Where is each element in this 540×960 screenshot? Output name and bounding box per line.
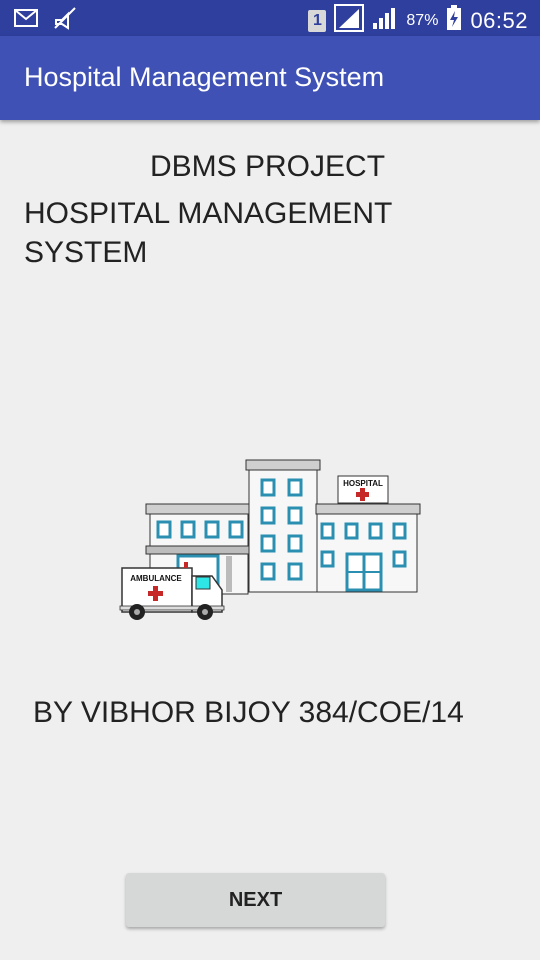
signal-icon (334, 4, 365, 37)
status-bar: 1 87% 06:52 (0, 0, 540, 36)
battery-charging-icon (446, 5, 462, 36)
next-button[interactable]: NEXT (126, 873, 385, 927)
sim-icon: 1 (308, 9, 327, 32)
app-title: Hospital Management System (24, 62, 385, 92)
hospital-sign-label: HOSPITAL (343, 479, 383, 488)
ambulance-label: AMBULANCE (130, 574, 182, 583)
author-byline: BY VIBHOR BIJOY 384/COE/14 (33, 696, 464, 729)
app-bar: Hospital Management System (0, 36, 540, 120)
mail-icon (14, 9, 38, 32)
status-right-icons: 1 87% 06:52 (308, 4, 528, 37)
battery-percent: 87% (406, 11, 439, 29)
signal-icon (372, 5, 398, 36)
clock: 06:52 (470, 7, 528, 33)
mute-icon (52, 6, 78, 35)
project-heading: DBMS PROJECT (150, 150, 386, 183)
project-subheading: HOSPITAL MANAGEMENT SYSTEM (24, 197, 392, 269)
hospital-illustration: HOSPITAL AMBULANCE (116, 456, 426, 622)
status-left-icons (14, 6, 78, 35)
